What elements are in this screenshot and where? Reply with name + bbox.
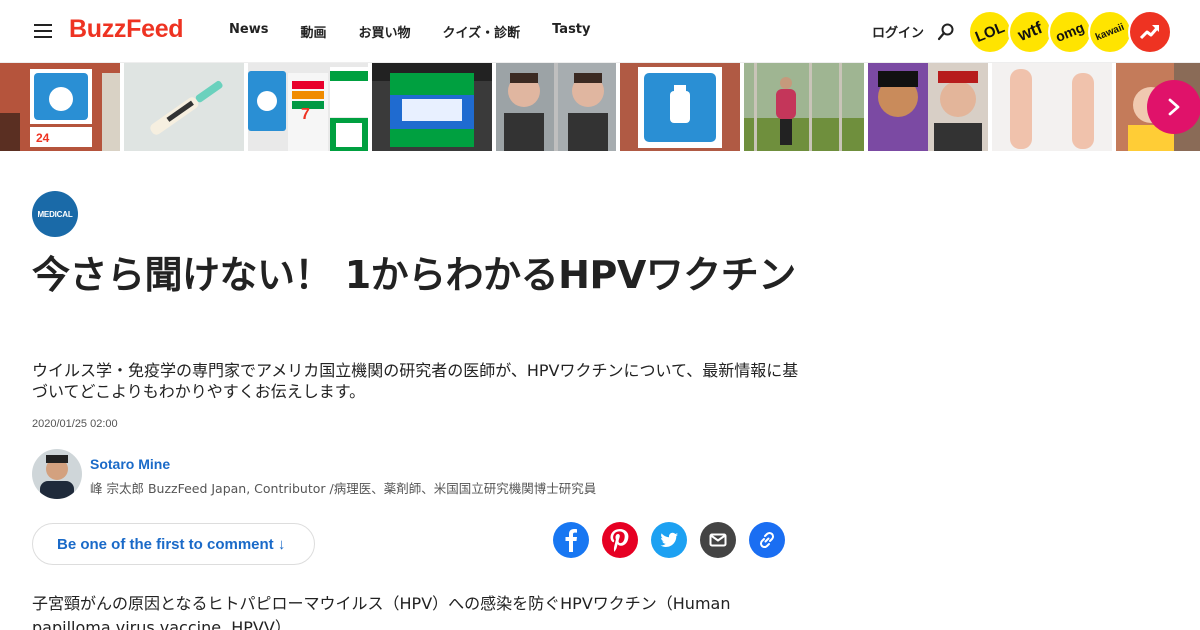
wtf-badge[interactable]: wtf: [1008, 10, 1052, 54]
trending-arrow-icon: [1139, 25, 1160, 40]
strip-next-button[interactable]: [1147, 80, 1200, 134]
tile-aladdin[interactable]: [868, 63, 988, 151]
buzzfeed-logo[interactable]: BuzzFeed: [69, 15, 184, 44]
nav-quiz[interactable]: クイズ・診断: [442, 22, 520, 41]
tile-lawson-sign[interactable]: [620, 63, 740, 151]
share-facebook-button[interactable]: [553, 522, 589, 558]
nav-shopping[interactable]: お買い物: [358, 22, 410, 41]
nav-tasty[interactable]: Tasty: [552, 22, 590, 41]
hands-image: [992, 63, 1112, 151]
kawaii-label: kawaii: [1094, 21, 1126, 43]
comment-button[interactable]: Be one of the first to comment ↓: [32, 523, 315, 565]
share-email-button[interactable]: [700, 522, 736, 558]
tile-woman-orchard[interactable]: [744, 63, 864, 151]
article-title: 今さら聞けない！ 1からわかるHPVワクチン: [32, 253, 796, 297]
nav-news[interactable]: News: [229, 22, 268, 41]
lol-label: LOL: [972, 18, 1008, 46]
facebook-icon: [565, 529, 577, 552]
tile-hands[interactable]: [992, 63, 1112, 151]
author-avatar[interactable]: [32, 449, 82, 499]
woman-orchard-image: [744, 63, 864, 151]
category-badge[interactable]: MEDICAL: [32, 191, 78, 237]
lawson-sign-image: [620, 63, 740, 151]
nav-video[interactable]: 動画: [300, 22, 326, 41]
kawaii-badge[interactable]: kawaii: [1088, 10, 1132, 54]
main-nav: News 動画 お買い物 クイズ・診断 Tasty: [229, 22, 591, 41]
tile-mascara[interactable]: [124, 63, 244, 151]
copy-link-button[interactable]: [749, 522, 785, 558]
article-subtitle: ウイルス学・免疫学の専門家でアメリカ国立機関の研究者の医師が、HPVワクチンにつ…: [32, 361, 799, 401]
chevron-right-icon: [1168, 98, 1180, 116]
aladdin-image: [868, 63, 988, 151]
publish-date: 2020/01/25 02:00: [32, 418, 118, 430]
mascara-image: [124, 63, 244, 151]
menu-icon[interactable]: [34, 24, 52, 38]
site-header: BuzzFeed News 動画 お買い物 クイズ・診断 Tasty ログイン …: [0, 0, 1200, 62]
author-description: 峰 宗太郎 BuzzFeed Japan, Contributor /病理医、薬…: [90, 481, 597, 496]
trending-button[interactable]: [1128, 10, 1172, 54]
trending-image-strip: 24 7: [0, 62, 1200, 151]
tile-man-reaction[interactable]: [496, 63, 616, 151]
svg-text:24: 24: [36, 131, 50, 145]
omg-badge[interactable]: omg: [1048, 10, 1092, 54]
reaction-badges: LOL wtf omg kawaii: [968, 10, 1172, 54]
lol-badge[interactable]: LOL: [968, 10, 1012, 54]
share-pinterest-button[interactable]: [602, 522, 638, 558]
pinterest-icon: [610, 529, 629, 552]
omg-label: omg: [1053, 19, 1087, 45]
author-name[interactable]: Sotaro Mine: [90, 456, 170, 472]
share-twitter-button[interactable]: [651, 522, 687, 558]
wtf-label: wtf: [1014, 18, 1045, 45]
tile-familymart[interactable]: [372, 63, 492, 151]
tile-konbini[interactable]: 7: [248, 63, 368, 151]
twitter-icon: [660, 532, 678, 547]
lawson-store-image: 24: [0, 63, 120, 151]
seven-eleven-familymart-image: 7: [248, 63, 368, 151]
familymart-store-image: [372, 63, 492, 151]
man-reaction-image: [496, 63, 616, 151]
login-link[interactable]: ログイン: [872, 22, 924, 41]
email-icon: [709, 533, 727, 547]
link-icon: [759, 531, 775, 549]
tile-lawson-store[interactable]: 24: [0, 63, 120, 151]
svg-text:7: 7: [301, 106, 310, 123]
author-photo: [32, 449, 82, 499]
article-body: 子宮頸がんの原因となるヒトパピローマウイルス（HPV）への感染を防ぐHPVワクチ…: [32, 594, 731, 630]
search-icon[interactable]: [936, 22, 956, 42]
